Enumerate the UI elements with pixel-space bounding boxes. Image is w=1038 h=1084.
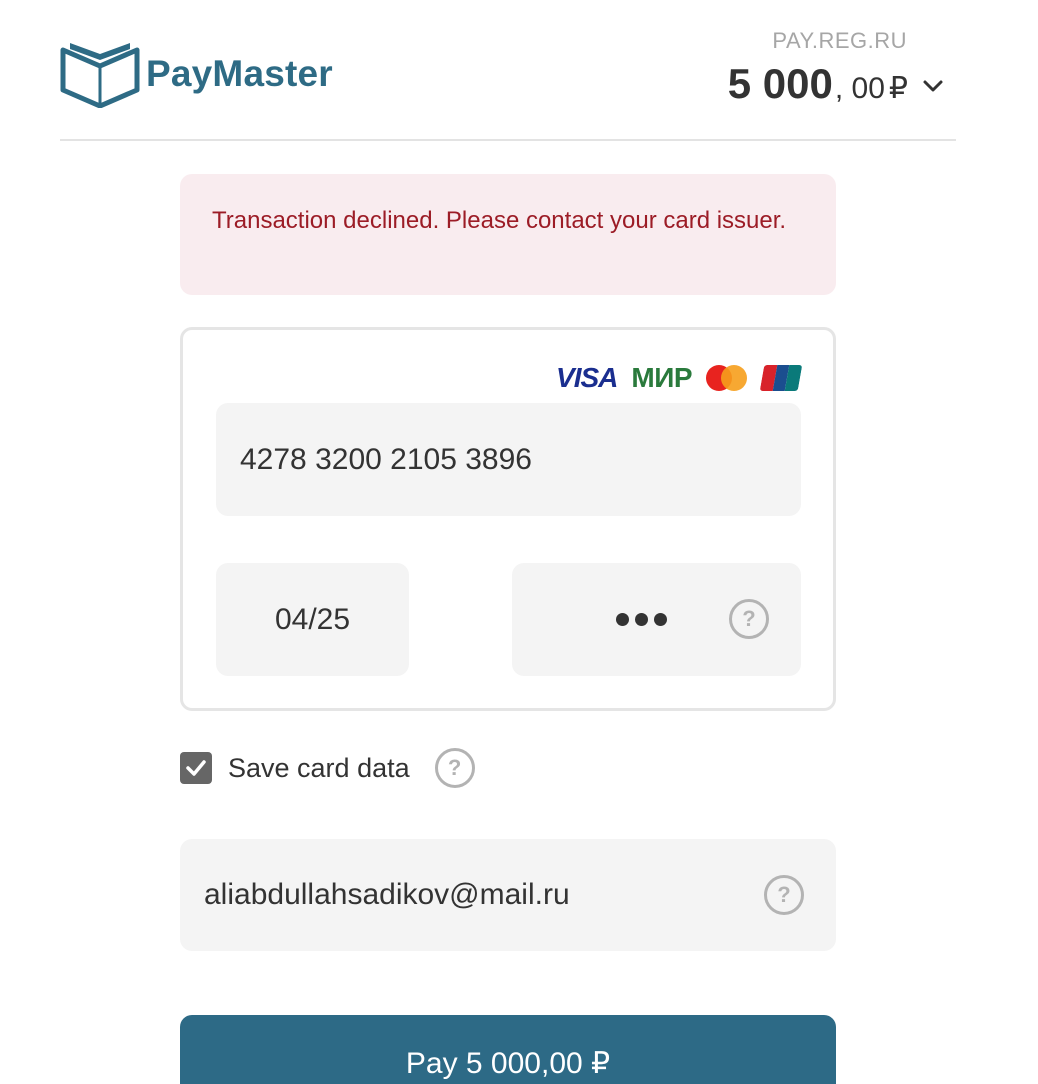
question-circle-icon[interactable]: ? <box>729 599 769 639</box>
pay-button[interactable]: Pay 5 000,00 ₽ <box>180 1015 836 1084</box>
pay-button-label: Pay 5 000,00 ₽ <box>405 1047 611 1080</box>
visa-logo: VISA <box>556 362 618 393</box>
question-circle-icon[interactable]: ? <box>434 748 475 788</box>
open-book-icon <box>60 43 140 108</box>
card-number-input[interactable]: 4278 3200 2105 3896 <box>216 403 801 516</box>
card-form: VISA МИР 4278 3200 2105 3896 04/25 ? <box>180 327 836 711</box>
expiry-date-input[interactable]: 04/25 <box>216 563 409 676</box>
logo: PayMaster <box>60 40 333 108</box>
amount-integer: 5 000 <box>727 60 833 107</box>
chevron-down-icon[interactable] <box>922 75 944 97</box>
mastercard-icon <box>706 365 748 391</box>
email-input[interactable]: aliabdullahsadikov@mail.ru ? <box>180 839 836 951</box>
save-card-label: Save card data <box>228 752 410 783</box>
amount-summary[interactable]: 5 000 , 00 ₽ <box>728 60 944 108</box>
payment-page: PayMaster PAY.REG.RU 5 000 , 00 ₽ Transa… <box>0 0 1038 1084</box>
header: PayMaster PAY.REG.RU 5 000 , 00 ₽ <box>60 0 956 141</box>
error-message: Transaction declined. Please contact you… <box>212 207 787 234</box>
question-circle-icon[interactable]: ? <box>764 875 804 915</box>
unionpay-icon <box>759 365 803 391</box>
card-brands: VISA МИР <box>556 362 803 394</box>
save-card-checkbox[interactable] <box>180 752 212 784</box>
mir-logo: МИР <box>631 362 692 393</box>
save-card-row: Save card data ? <box>180 748 475 788</box>
error-alert: Transaction declined. Please contact you… <box>180 174 836 295</box>
email-value: aliabdullahsadikov@mail.ru <box>204 878 570 911</box>
amount-currency: ₽ <box>888 71 908 106</box>
logo-text: PayMaster <box>146 53 333 94</box>
checkmark-icon <box>186 760 206 776</box>
amount-decimal: , 00 <box>834 72 885 105</box>
cvv-input[interactable]: ? <box>512 563 801 676</box>
cvv-masked-value <box>616 613 667 626</box>
merchant-name: PAY.REG.RU <box>772 28 907 53</box>
